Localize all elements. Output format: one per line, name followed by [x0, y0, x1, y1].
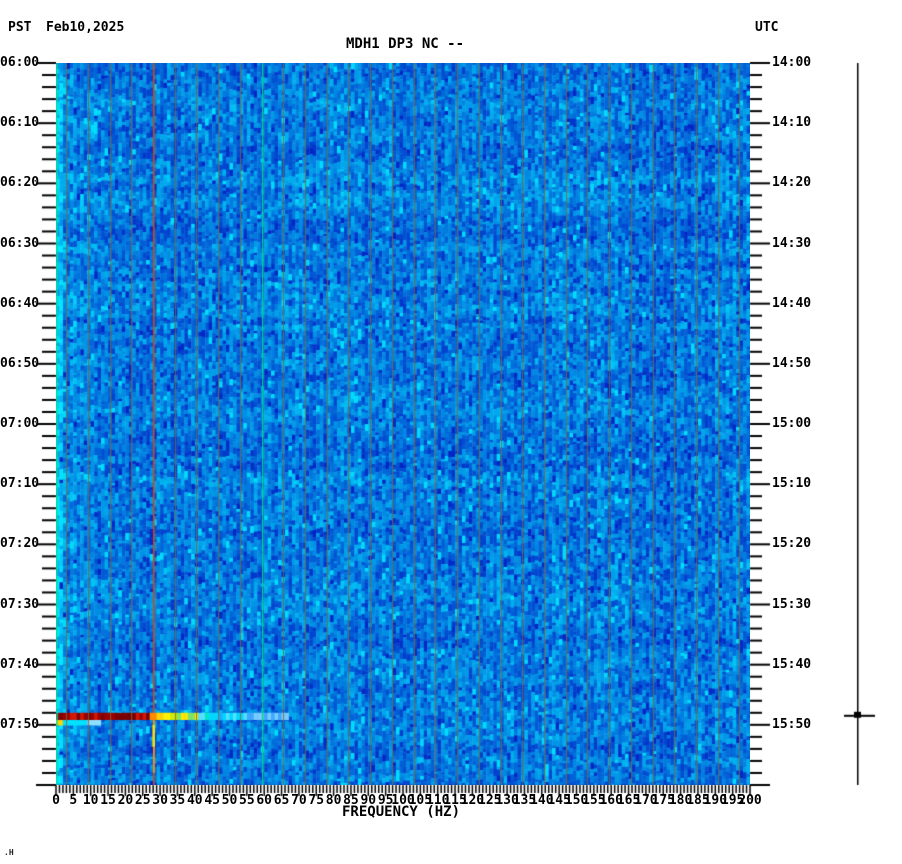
axes-and-amplitude-trace: [0, 0, 902, 864]
x-axis-title: FREQUENCY (HZ): [341, 804, 461, 820]
spectrogram-page: PST Feb10,2025 MDH1 DP3 NC -- (Mammoth D…: [0, 0, 902, 864]
footer-mark: .H: [4, 848, 14, 857]
